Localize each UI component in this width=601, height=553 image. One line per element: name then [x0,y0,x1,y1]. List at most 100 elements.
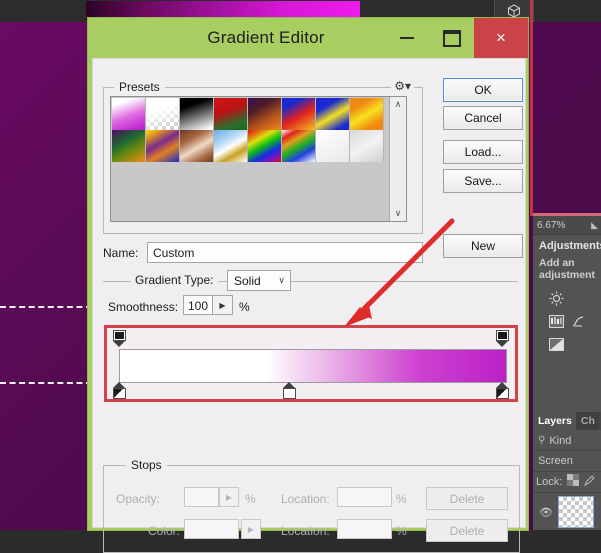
location-input-1 [337,487,392,507]
preset-swatch-blue-yellow-blue[interactable] [316,98,350,130]
preset-swatch-foreground-to-transparent[interactable] [146,98,180,130]
opacity-stop-left[interactable] [113,330,126,347]
dialog-title-bar[interactable]: Gradient Editor × [88,18,528,58]
gradient-type-select[interactable]: Solid ∨ [227,270,291,291]
close-icon[interactable]: × [474,18,528,58]
curves-icon[interactable] [571,314,586,328]
preset-swatch-checkerboard-transparent[interactable] [350,130,384,162]
gradient-type-value: Solid [234,273,261,288]
invert-icon[interactable] [549,337,564,351]
preset-swatch-black-to-white[interactable] [180,98,214,130]
brush-glyph [584,475,596,487]
preset-swatch-white-to-magenta[interactable] [112,98,146,130]
opacity-stepper: ▶ [219,487,239,507]
invert-glyph [549,337,564,351]
visibility-icon[interactable]: 👁 [539,506,553,519]
tab-layers[interactable]: Layers [533,412,576,430]
color-label: Color: [148,524,181,538]
cube-glyph [508,4,520,18]
adjustments-title: Adjustments [539,240,601,252]
zoom-level: 6.67% [537,219,566,231]
adjustment-row-1 [539,291,601,305]
preset-swatch-violet-orange[interactable] [248,98,282,130]
layer-thumbnail[interactable] [557,496,594,528]
preset-swatch-spectrum[interactable] [248,130,282,162]
preset-swatch-red-green[interactable] [214,98,248,130]
right-dock: 6.67% ◣ Adjustments Add an adjustment La… [533,216,601,530]
brightness-glyph [549,291,564,305]
ok-button[interactable]: OK [443,78,523,102]
presets-legend: Presets [114,80,165,94]
transparent-pixels-icon[interactable] [567,473,580,491]
color-stop-middle[interactable] [283,382,296,399]
lock-row: Lock: [533,472,601,493]
opacity-label: Opacity: [116,492,161,506]
presets-group: Presets ⚙▾ ∧ ∨ [103,79,423,234]
selection-marquee-line-bottom [0,382,92,384]
opacity-unit: % [245,492,256,506]
preset-swatch-transparent-stripes[interactable] [316,130,350,162]
blend-mode-row[interactable]: Screen [533,451,601,472]
adjustment-row-2 [539,314,601,328]
minimize-glyph [399,37,414,39]
load-button[interactable]: Load... [443,140,523,164]
opacity-stop-pointer [496,341,508,347]
layer-filter-row[interactable]: ⚲ Kind [533,431,601,451]
presets-list[interactable]: ∧ ∨ [110,96,407,222]
chevron-up-icon[interactable]: ∧ [395,97,402,112]
color-swatch-input [184,519,239,539]
preset-swatch-orange-yellow-orange[interactable] [350,98,384,130]
tab-channels[interactable]: Ch [575,412,599,430]
brightness-icon[interactable] [549,291,564,305]
adjustment-row-3 [539,337,601,351]
color-stop-swatch [113,388,126,399]
smoothness-stepper[interactable]: ▶ [213,295,233,315]
cancel-button[interactable]: Cancel [443,106,523,130]
curves-glyph [572,315,584,327]
stops-legend: Stops [126,458,167,472]
maximize-glyph [442,29,461,47]
lock-label: Lock: [536,476,563,488]
blend-mode-value: Screen [538,455,573,467]
page-title: Gradient Editor [207,28,325,47]
scrollbar[interactable]: ∧ ∨ [389,97,406,221]
preset-swatch-violet-green-orange[interactable] [112,130,146,162]
name-label: Name: [103,246,139,260]
lock-brush-icon[interactable] [584,473,596,491]
list-item[interactable]: 👁 [533,494,601,530]
color-stepper: ▶ [241,519,261,539]
color-stop-right[interactable] [496,382,509,399]
location-input-2 [337,519,392,539]
minimize-icon[interactable] [384,18,429,58]
preset-swatch-chrome[interactable] [214,130,248,162]
color-stop-left[interactable] [113,382,126,399]
location-label-1: Location: [281,492,330,506]
new-button[interactable]: New [443,234,523,258]
color-stop-swatch [496,388,509,399]
preset-swatch-blue-red-yellow[interactable] [282,98,316,130]
save-button[interactable]: Save... [443,169,523,193]
adjustment-icon-grid [533,285,601,351]
gear-icon[interactable]: ⚙▾ [391,79,414,93]
preset-swatch-yellow-violet-orange-blue[interactable] [146,130,180,162]
navigator-icon: ◣ [591,219,598,230]
maximize-icon[interactable] [429,18,474,58]
name-input[interactable]: Custom [147,242,423,263]
opacity-stop-swatch [496,330,509,341]
preset-swatch-copper[interactable] [180,130,214,162]
checker-glyph [567,474,580,486]
preset-swatch-transparent-rainbow[interactable] [282,130,316,162]
stops-group: Stops Opacity: ▶ % Location: % Delete Co… [103,458,520,553]
opacity-stop-right[interactable] [496,330,509,347]
opacity-stop-pointer [113,341,125,347]
search-icon: ⚲ [538,435,546,446]
levels-icon[interactable] [549,314,564,328]
chevron-down-icon[interactable]: ∨ [395,206,402,221]
zoom-status-bar: 6.67% ◣ [533,216,601,235]
levels-glyph [549,314,564,328]
layer-filter-kind: Kind [549,434,572,447]
gradient-type-label: Gradient Type: [131,273,218,287]
smoothness-input[interactable]: 100 [183,295,213,315]
gradient-bar[interactable] [119,349,507,383]
delete-button-opacity: Delete [426,487,508,510]
